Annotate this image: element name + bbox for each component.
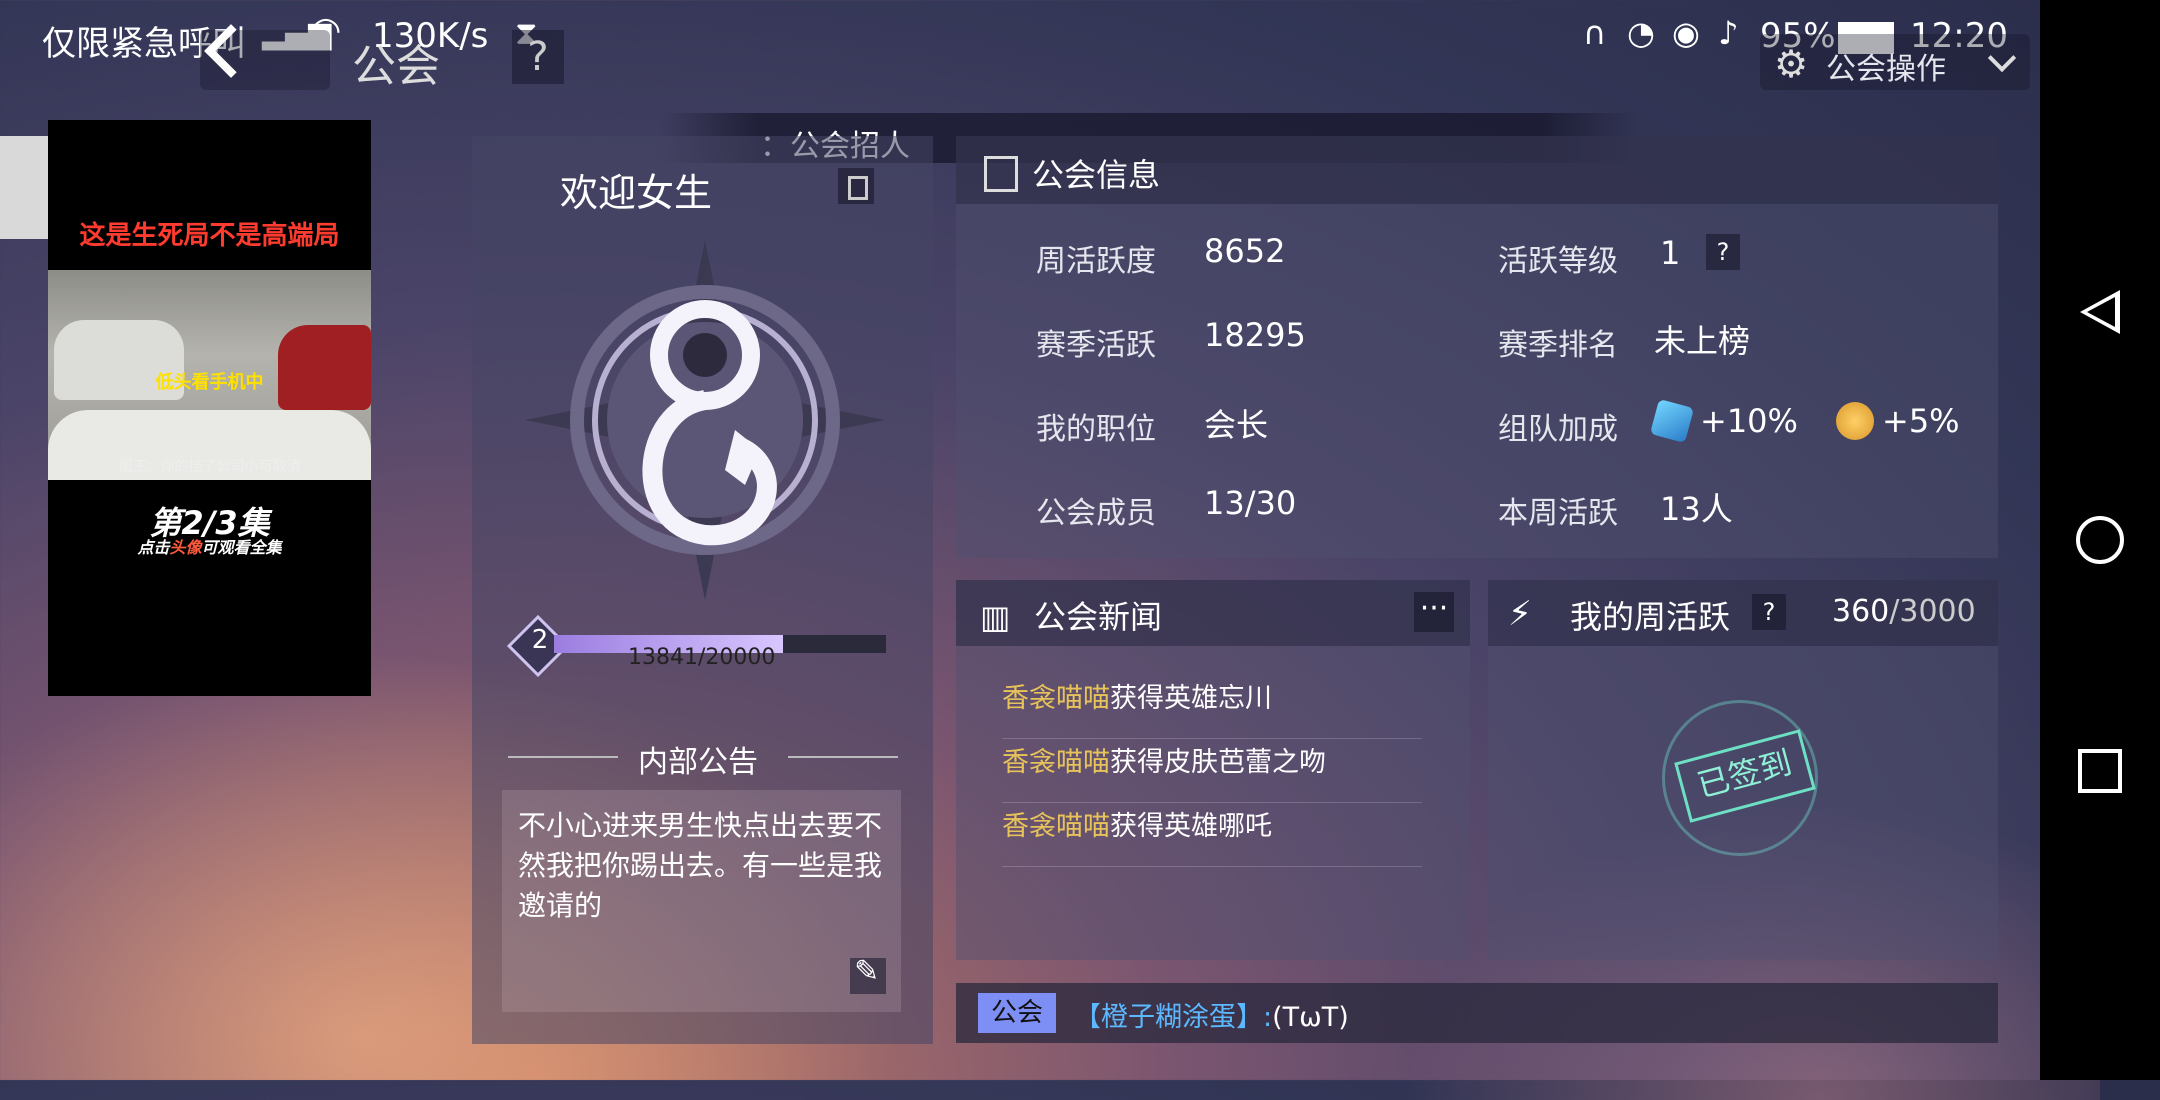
document-icon bbox=[984, 156, 1018, 192]
notice-box: 不小心进来男生快点出去要不然我把你踢出去。有一些是我邀请的 bbox=[502, 790, 901, 1012]
season-rank-label: 赛季排名 bbox=[1498, 328, 1618, 363]
guild-info-header: 公会信息 bbox=[956, 136, 1998, 204]
season-activity-value: 18295 bbox=[1204, 316, 1306, 354]
guild-info-title: 公会信息 bbox=[1032, 156, 1161, 194]
weekly-activity-title: 我的周活跃 bbox=[1570, 598, 1731, 636]
active-level-value: 1 bbox=[1660, 234, 1681, 272]
notice-title: 内部公告 bbox=[638, 745, 758, 780]
chevron-down-icon bbox=[1987, 43, 2017, 73]
team-bonus-label: 组队加成 bbox=[1498, 412, 1618, 447]
lightning-icon: ⚡ bbox=[1508, 594, 1532, 634]
copy-button[interactable] bbox=[838, 168, 874, 204]
copy-icon bbox=[848, 176, 868, 200]
members-value: 13/30 bbox=[1204, 484, 1297, 522]
video-subtitle: 闺王：你的挂了公司小可取消 bbox=[118, 459, 301, 475]
mute-icon: ♪ bbox=[1718, 14, 1739, 52]
exp-track: 13841/20000 bbox=[554, 635, 886, 670]
divider-right bbox=[788, 756, 898, 758]
guild-news-header: ▥ 公会新闻 bbox=[956, 580, 1470, 646]
nav-back-icon-inner bbox=[2087, 297, 2115, 327]
weekly-progress: 360/3000 bbox=[1832, 594, 1976, 629]
notice-text: 不小心进来男生快点出去要不然我把你踢出去。有一些是我邀请的 bbox=[518, 809, 883, 922]
guild-emblem bbox=[525, 240, 885, 600]
guild-level-bar: 2 13841/20000 bbox=[506, 614, 890, 678]
season-activity-label: 赛季活跃 bbox=[1036, 328, 1156, 363]
news-item: 香衾喵喵获得英雄忘川 bbox=[1002, 676, 1422, 739]
active-level-label: 活跃等级 bbox=[1498, 244, 1618, 279]
gear-icon: ⚙ bbox=[1774, 42, 1809, 86]
edit-notice-button[interactable]: ✎ bbox=[850, 954, 886, 994]
team-bonus-2: +5% bbox=[1882, 402, 1960, 440]
notice-header: 内部公告 bbox=[498, 735, 908, 780]
nav-recents-icon[interactable] bbox=[2078, 749, 2122, 793]
exp-text: 13841/20000 bbox=[628, 645, 776, 670]
page-title: 公会 bbox=[352, 41, 440, 92]
book-icon: ▥ bbox=[980, 598, 1011, 636]
guild-operation-label: 公会操作 bbox=[1826, 52, 1946, 87]
system-navigation-bar bbox=[2040, 0, 2160, 1080]
eye-icon: ◉ bbox=[1672, 14, 1700, 52]
season-rank-value: 未上榜 bbox=[1654, 322, 1751, 360]
chat-bar[interactable]: 公会 【橙子糊涂蛋】:(TωT) bbox=[956, 983, 1998, 1043]
guild-news-title: 公会新闻 bbox=[1034, 598, 1163, 636]
position-label: 我的职位 bbox=[1036, 412, 1156, 447]
weekly-active-value: 13人 bbox=[1660, 490, 1733, 528]
divider-left bbox=[508, 756, 618, 758]
weekly-active-label: 本周活跃 bbox=[1498, 496, 1618, 531]
news-item: 香衾喵喵获得英雄哪吒 bbox=[1002, 804, 1422, 867]
floating-video-player[interactable]: 这是生死局不是高端局 低头看手机中 闺王：你的挂了公司小可取消 第2/3集 点击… bbox=[48, 120, 371, 696]
news-more-button[interactable]: ··· bbox=[1414, 592, 1454, 632]
sync-icon: ◔ bbox=[1627, 14, 1655, 52]
team-bonus-1: +10% bbox=[1700, 402, 1798, 440]
pencil-icon: ✎ bbox=[854, 954, 880, 989]
nav-home-icon[interactable] bbox=[2076, 516, 2124, 564]
guild-name: 欢迎女生 bbox=[560, 171, 713, 215]
help-button[interactable]: ? bbox=[512, 30, 564, 84]
guild-operation-dropdown[interactable]: ⚙ 公会操作 bbox=[1760, 34, 2030, 90]
position-value: 会长 bbox=[1204, 406, 1269, 444]
video-hint: 点击头像可观看全集 bbox=[137, 538, 282, 557]
weekly-activity-label: 周活跃度 bbox=[1036, 244, 1156, 279]
news-item: 香衾喵喵获得皮肤芭蕾之吻 bbox=[1002, 740, 1422, 803]
weekly-activity-value: 8652 bbox=[1204, 232, 1286, 270]
active-level-help-button[interactable]: ? bbox=[1706, 234, 1740, 270]
coin-icon bbox=[1836, 402, 1874, 440]
side-tab[interactable] bbox=[0, 136, 48, 239]
weekly-help-button[interactable]: ? bbox=[1752, 594, 1786, 630]
chat-message: 【橙子糊涂蛋】:(TωT) bbox=[1074, 1002, 1349, 1033]
video-title: 这是生死局不是高端局 bbox=[79, 221, 340, 251]
headphones-icon: ∩ bbox=[1583, 14, 1607, 52]
members-label: 公会成员 bbox=[1036, 496, 1156, 531]
video-caption: 低头看手机中 bbox=[155, 372, 264, 393]
chat-channel-tag: 公会 bbox=[978, 993, 1056, 1033]
weekly-activity-header: ⚡ 我的周活跃 ? 360/3000 bbox=[1488, 580, 1998, 646]
